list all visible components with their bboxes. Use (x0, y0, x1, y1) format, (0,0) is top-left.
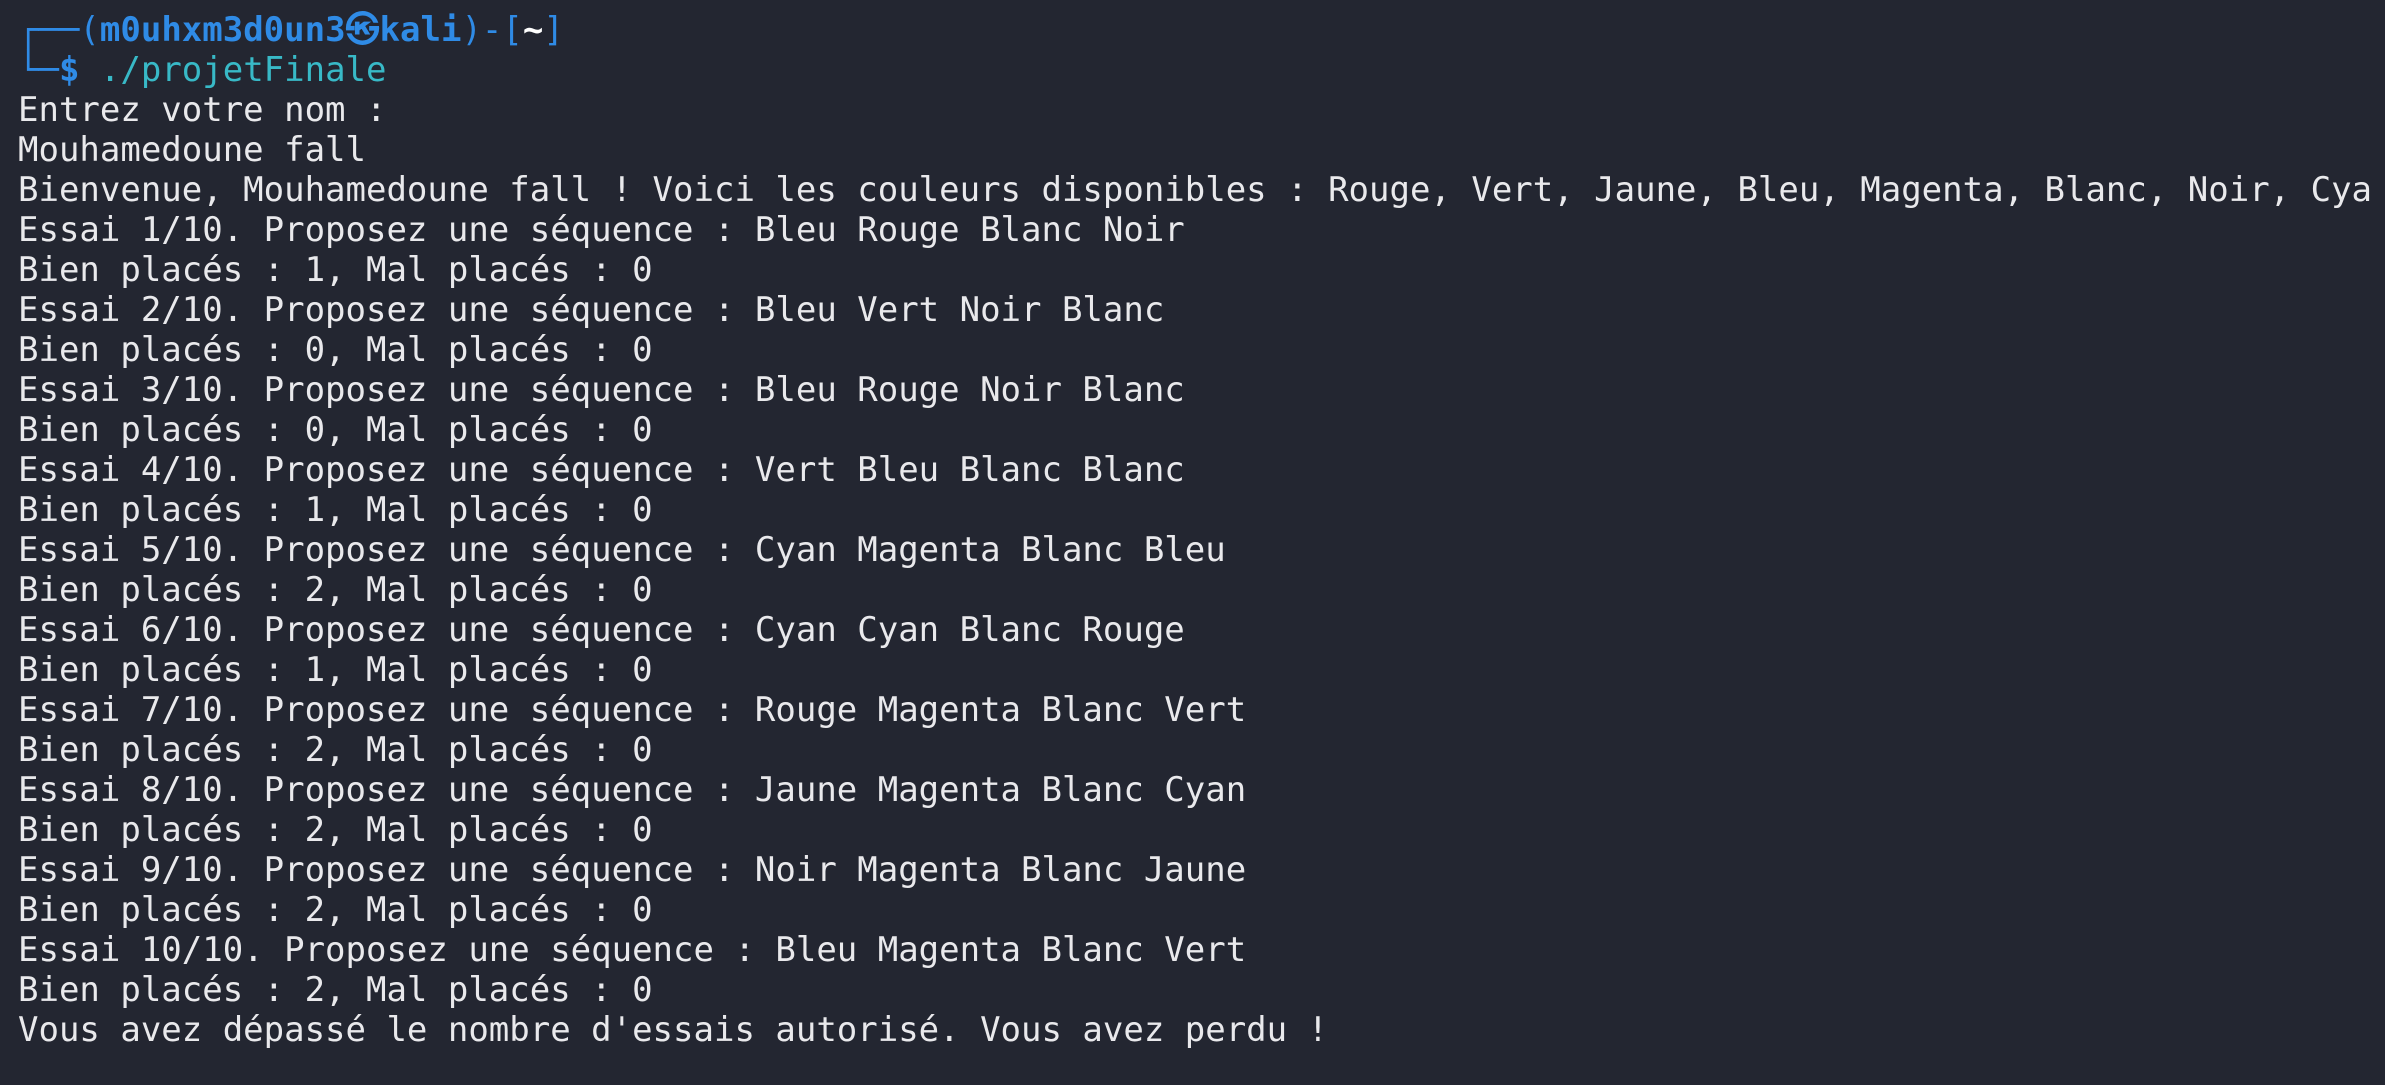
output-line: Bien placés : 2, Mal placés : 0 (18, 730, 653, 770)
output-line: Bien placés : 2, Mal placés : 0 (18, 570, 653, 610)
output-line: Entrez votre nom : (18, 90, 387, 130)
prompt-paren-open: ( (79, 10, 100, 50)
output-line: Essai 1/10. Proposez une séquence : Bleu… (18, 210, 1185, 250)
prompt-line: ┌──(m0uhxm3d0un3㉿kali)-[~] (18, 10, 2373, 50)
output-line: Essai 8/10. Proposez une séquence : Jaun… (18, 770, 1247, 810)
output-line: Essai 5/10. Proposez une séquence : Cyan… (18, 530, 1226, 570)
prompt-paren-close: )-[ (461, 10, 523, 50)
output-line: Essai 10/10. Proposez une séquence : Ble… (18, 930, 1247, 970)
output-line: Bien placés : 1, Mal placés : 0 (18, 490, 653, 530)
output-line: Mouhamedoune fall (18, 130, 366, 170)
output-line: Bien placés : 0, Mal placés : 0 (18, 410, 653, 450)
prompt-corner-bottom: └─ (18, 50, 59, 90)
prompt-bracket-close: ] (543, 10, 564, 50)
output-line: Bien placés : 2, Mal placés : 0 (18, 890, 653, 930)
command-line[interactable]: └─$ ./projetFinale (18, 50, 2373, 90)
output-line: Bien placés : 1, Mal placés : 0 (18, 650, 653, 690)
output-line: Essai 3/10. Proposez une séquence : Bleu… (18, 370, 1185, 410)
output-line: Essai 6/10. Proposez une séquence : Cyan… (18, 610, 1185, 650)
terminal-output: Entrez votre nom : Mouhamedoune fall Bie… (18, 90, 2373, 1050)
prompt-corner-top: ┌── (18, 10, 80, 50)
prompt-cwd: ~ (522, 10, 544, 50)
output-line: Bienvenue, Mouhamedoune fall ! Voici les… (18, 170, 2373, 210)
prompt-dollar: $ (58, 50, 80, 90)
output-line: Essai 9/10. Proposez une séquence : Noir… (18, 850, 1247, 890)
output-line: Bien placés : 0, Mal placés : 0 (18, 330, 653, 370)
terminal-window[interactable]: ┌──(m0uhxm3d0un3㉿kali)-[~] └─$ ./projetF… (18, 10, 2373, 1075)
kali-skull-icon: ㉿ (345, 10, 380, 50)
output-line: Bien placés : 2, Mal placés : 0 (18, 810, 653, 850)
output-line: Vous avez dépassé le nombre d'essais aut… (18, 1010, 1329, 1050)
prompt-host: kali (379, 10, 462, 50)
output-line: Essai 4/10. Proposez une séquence : Vert… (18, 450, 1185, 490)
output-line: Essai 2/10. Proposez une séquence : Bleu… (18, 290, 1165, 330)
output-line: Essai 7/10. Proposez une séquence : Roug… (18, 690, 1247, 730)
output-line: Bien placés : 1, Mal placés : 0 (18, 250, 653, 290)
output-line: Bien placés : 2, Mal placés : 0 (18, 970, 653, 1010)
command-text: ./projetFinale (99, 50, 387, 90)
prompt-user: m0uhxm3d0un3 (99, 10, 346, 50)
